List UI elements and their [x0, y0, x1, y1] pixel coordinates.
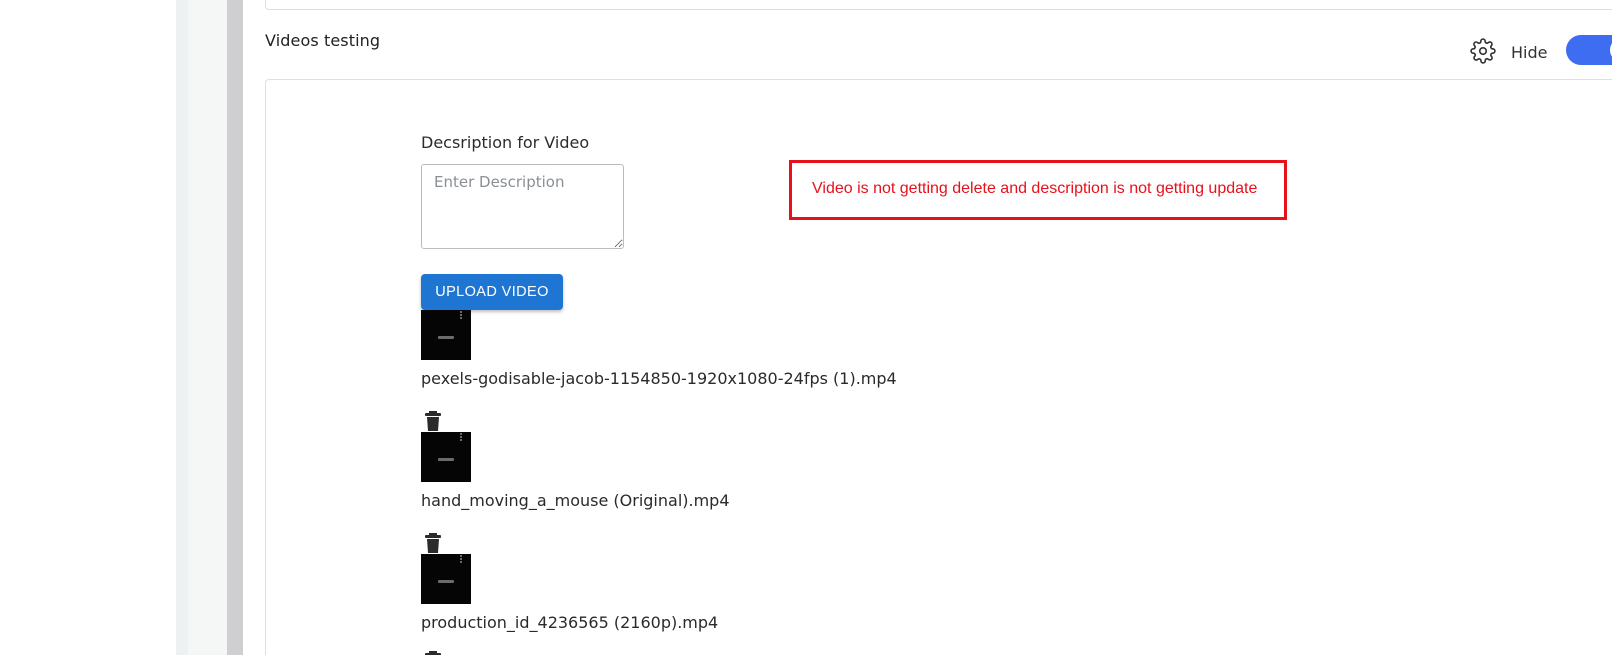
trash-icon[interactable] — [425, 533, 441, 553]
left-rail — [176, 0, 188, 655]
upload-video-button[interactable]: UPLOAD VIDEO — [421, 274, 563, 310]
previous-section-card — [265, 0, 1612, 10]
left-gutter — [188, 0, 227, 655]
video-thumbnail[interactable] — [421, 310, 471, 360]
more-options-icon[interactable] — [460, 433, 462, 441]
more-options-icon[interactable] — [460, 555, 462, 563]
trash-icon[interactable] — [425, 651, 441, 655]
video-thumbnail[interactable] — [421, 432, 471, 482]
visibility-toggle[interactable] — [1566, 35, 1612, 65]
description-input[interactable] — [421, 164, 624, 249]
video-progress-bar — [438, 458, 454, 461]
left-panel — [0, 0, 176, 655]
video-name: pexels-godisable-jacob-1154850-1920x1080… — [421, 369, 897, 388]
video-progress-bar — [438, 580, 454, 583]
section-title: Videos testing — [265, 31, 381, 50]
video-name: hand_moving_a_mouse (Original).mp4 — [421, 491, 730, 510]
video-name: production_id_4236565 (2160p).mp4 — [421, 613, 719, 632]
video-progress-bar — [438, 336, 454, 339]
more-options-icon[interactable] — [460, 311, 462, 319]
description-label: Decsription for Video — [421, 133, 590, 152]
hide-label: Hide — [1511, 43, 1548, 62]
gear-icon[interactable] — [1470, 38, 1496, 64]
page: Videos testing Hide Decsription for Vide… — [0, 0, 1612, 655]
annotation-text: Video is not getting delete and descript… — [812, 180, 1258, 197]
trash-icon[interactable] — [425, 411, 441, 431]
annotation-box: Video is not getting delete and descript… — [789, 160, 1287, 220]
scrollbar-track[interactable] — [227, 0, 243, 655]
video-thumbnail[interactable] — [421, 554, 471, 604]
